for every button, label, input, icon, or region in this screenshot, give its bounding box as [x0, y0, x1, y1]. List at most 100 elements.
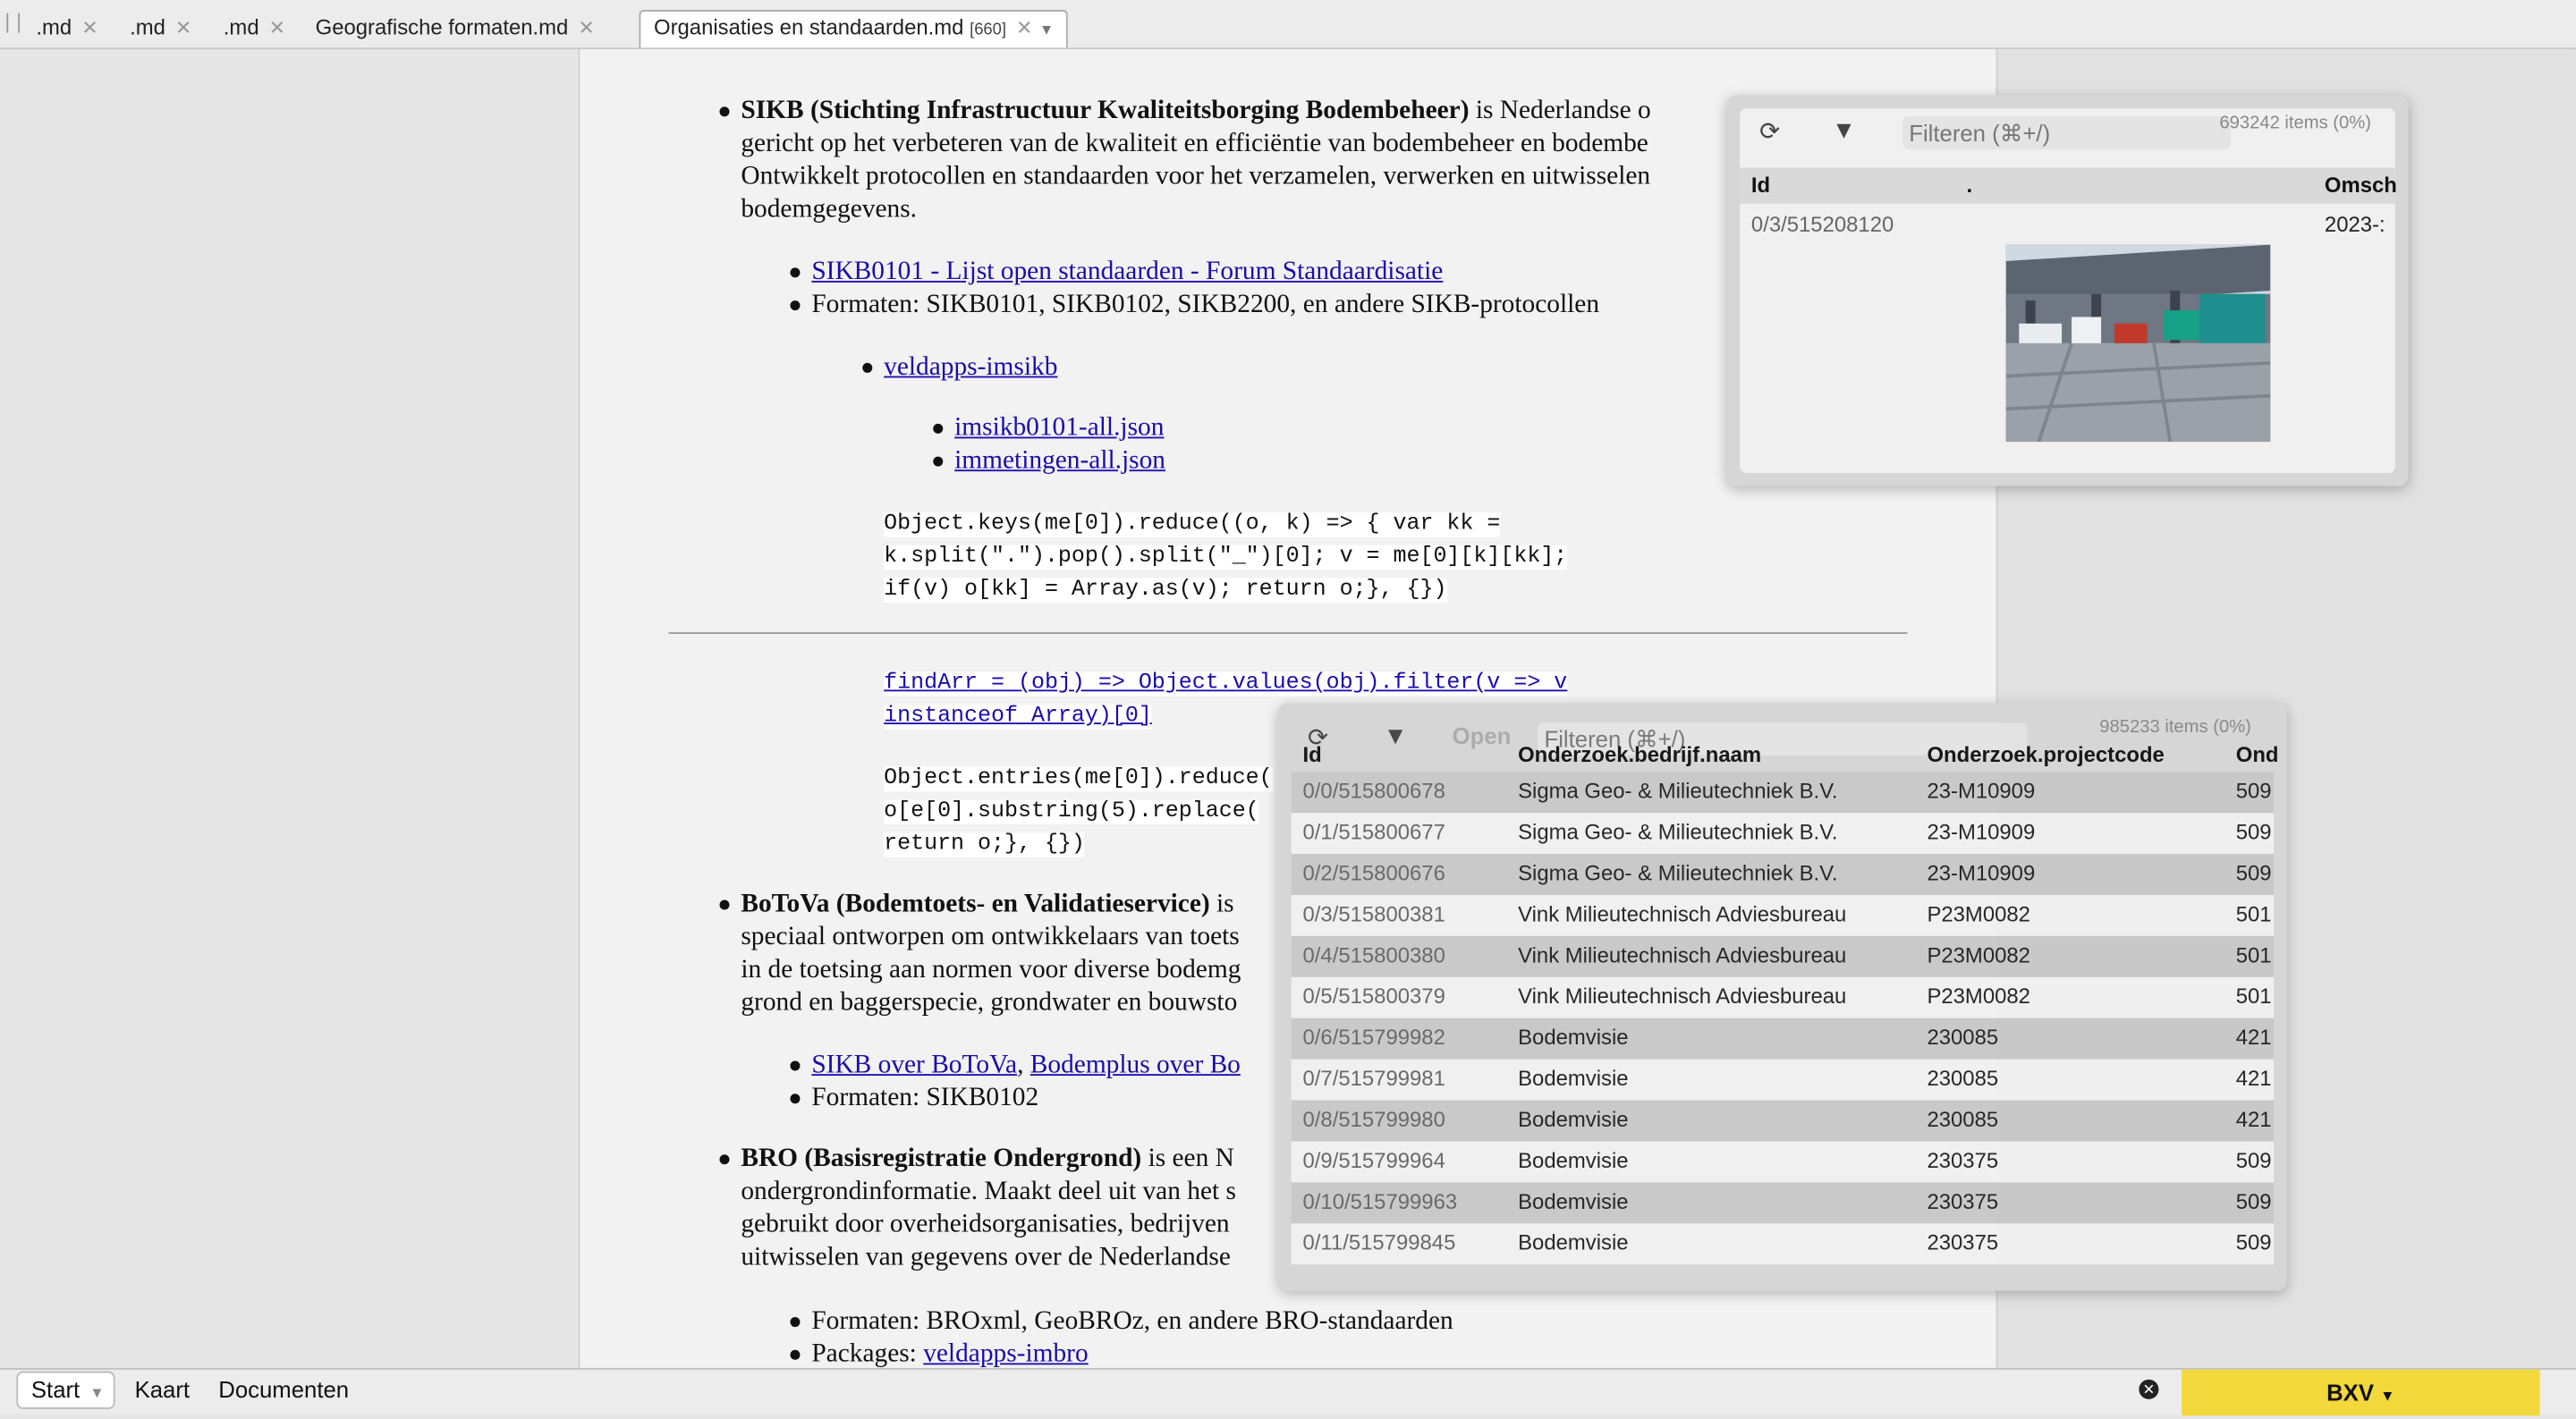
cell-ond: 509 — [2235, 1147, 2272, 1173]
close-icon[interactable]: ✕ — [269, 16, 285, 39]
table-row[interactable]: 0/6/515799982 Bodemvisie 230085 421 — [1291, 1018, 2274, 1060]
sikb-text: is Nederlandse o — [1469, 97, 1651, 125]
cell-bedrijf-naam: Bodemvisie — [1518, 1106, 1629, 1132]
kaart-button[interactable]: Kaart — [135, 1376, 190, 1402]
bxv-menu-button[interactable]: BXV ▼ — [2182, 1369, 2540, 1416]
column-header-projectcode[interactable]: Onderzoek.projectcode — [1927, 742, 2164, 767]
imsikb0101-link[interactable]: imsikb0101-all.json — [954, 412, 1164, 445]
tab-md-1[interactable]: .md ✕ — [36, 12, 97, 46]
cell-ond: 501 — [2235, 942, 2272, 967]
botova-line-2: speciaal ontworpen om ontwikkelaars van … — [741, 923, 1240, 951]
tab-geografische-formaten[interactable]: Geografische formaten.md ✕ — [316, 12, 595, 46]
tab-label: .md — [130, 14, 165, 40]
cell-bedrijf-naam: Bodemvisie — [1518, 1147, 1629, 1173]
separator: , — [1017, 1051, 1030, 1079]
cell-id[interactable]: 0/3/515208120 — [1751, 212, 1894, 237]
cell-projectcode: 23-M10909 — [1927, 860, 2036, 885]
cell-ond: 421 — [2235, 1025, 2272, 1050]
cell-id: 0/10/515799963 — [1302, 1188, 1458, 1214]
column-header-omschrijving[interactable]: Omsch — [2325, 173, 2397, 198]
close-icon[interactable]: ✕ — [175, 16, 191, 39]
close-icon[interactable]: ✕ — [1016, 16, 1032, 39]
table-row[interactable]: 0/11/515799845 Bodemvisie 230375 509 — [1291, 1223, 2274, 1265]
column-header-dot[interactable]: . — [1967, 173, 1973, 198]
table-row[interactable]: 0/7/515799981 Bodemvisie 230085 421 — [1291, 1059, 2274, 1101]
column-header-id[interactable]: Id — [1303, 742, 1322, 767]
close-circle-icon[interactable]: ✕ — [2139, 1379, 2159, 1399]
table-row[interactable]: 0/10/515799963 Bodemvisie 230375 509 — [1291, 1182, 2274, 1224]
bro-title: BRO (Basisregistratie Ondergrond) — [741, 1144, 1142, 1173]
code-line: o[e[0].substring(5).replace( — [884, 799, 1259, 825]
list-bullet — [790, 1317, 801, 1328]
immetingen-link[interactable]: immetingen-all.json — [954, 445, 1165, 478]
start-button[interactable]: Start ▼ — [16, 1371, 115, 1409]
sikb-formats: Formaten: SIKB0101, SIKB0102, SIKB2200, … — [811, 291, 1600, 319]
bodemplus-link[interactable]: Bodemplus over Bo — [1030, 1051, 1241, 1078]
cell-bedrijf-naam: Sigma Geo- & Milieutechniek B.V. — [1518, 819, 1838, 845]
code-line: instanceof Array)[0] — [884, 704, 1152, 730]
findarr-code-link-l2[interactable]: instanceof Array)[0] — [884, 701, 1152, 734]
filter-icon[interactable]: ▼ — [1384, 722, 1408, 750]
list-bullet — [790, 1094, 801, 1104]
cell-ond: 421 — [2235, 1066, 2272, 1091]
table-row[interactable]: 0/2/515800676 Sigma Geo- & Milieutechniek… — [1291, 854, 2274, 896]
code-block-3-l3: return o;}, {}) — [884, 830, 1085, 863]
cell-date[interactable]: 2023-: — [2325, 212, 2385, 237]
site-photo-thumbnail[interactable] — [2005, 244, 2271, 443]
table-row[interactable]: 0/8/515799980 Bodemvisie 230085 421 — [1291, 1100, 2274, 1142]
chevron-down-icon[interactable]: ▼ — [1039, 21, 1054, 38]
close-icon[interactable]: ✕ — [81, 16, 97, 39]
table-row[interactable]: 0/0/515800678 Sigma Geo- & Milieutechniek… — [1291, 772, 2274, 814]
item-count: 985233 items (0%) — [2099, 717, 2251, 738]
list-bullet — [790, 1060, 801, 1071]
cell-bedrijf-naam: Sigma Geo- & Milieutechniek B.V. — [1518, 860, 1838, 885]
cell-ond: 501 — [2235, 984, 2272, 1009]
table-row[interactable]: 0/5/515800379 Vink Milieutechnisch Advies… — [1291, 976, 2274, 1018]
filter-input[interactable]: Filteren (⌘+/) — [1902, 116, 2232, 150]
list-bullet — [933, 456, 944, 467]
list-bullet — [933, 423, 944, 434]
list-bullet — [719, 106, 730, 117]
findarr-code-link[interactable]: findArr = (obj) => Object.values(obj).fi… — [884, 669, 1568, 702]
list-bullet — [790, 1349, 801, 1360]
code-line: findArr = (obj) => Object.values(obj).fi… — [884, 671, 1568, 697]
packages-label: Packages: — [811, 1339, 924, 1368]
sikb-line-4: bodemgegevens. — [741, 195, 918, 224]
drag-handle[interactable] — [6, 13, 21, 33]
veldapps-imbro-link[interactable]: veldapps-imbro — [923, 1340, 1088, 1368]
column-header-id[interactable]: Id — [1751, 173, 1770, 198]
botova-line-3: in de toetsing aan normen voor diverse b… — [741, 955, 1241, 984]
tab-md-3[interactable]: .md ✕ — [224, 12, 285, 46]
sikb-line-3: Ontwikkelt protocollen en standaarden vo… — [741, 162, 1651, 191]
tab-organisaties-en-standaarden[interactable]: Organisaties en standaarden.md [660] ✕ ▼ — [639, 10, 1069, 48]
documenten-button[interactable]: Documenten — [218, 1376, 349, 1402]
bxv-label: BXV — [2326, 1379, 2375, 1406]
sikb-over-botova-link[interactable]: SIKB over BoToVa — [811, 1051, 1017, 1078]
veldapps-imsikb-link[interactable]: veldapps-imsikb — [884, 351, 1057, 384]
sikb0101-link[interactable]: SIKB0101 - Lijst open standaarden - Foru… — [811, 257, 1443, 290]
table-row[interactable]: 0/4/515800380 Vink Milieutechnisch Advies… — [1291, 935, 2274, 977]
botova-line-1: BoToVa (Bodemtoets- en Validatieservice)… — [741, 889, 1233, 922]
column-header-ond[interactable]: Ond — [2236, 742, 2279, 767]
cell-bedrijf-naam: Bodemvisie — [1518, 1229, 1629, 1255]
tab-label: Geografische formaten.md — [315, 14, 569, 40]
table-row[interactable]: 0/3/515800381 Vink Milieutechnisch Advies… — [1291, 895, 2274, 936]
horizontal-rule — [668, 632, 1908, 634]
cell-id: 0/1/515800677 — [1302, 819, 1445, 845]
cell-projectcode: 230375 — [1927, 1147, 1999, 1173]
tab-md-2[interactable]: .md ✕ — [130, 12, 191, 46]
filter-icon[interactable]: ▼ — [1832, 116, 1856, 144]
cell-projectcode: P23M0082 — [1927, 901, 2030, 926]
code-line: Object.entries(me[0]).reduce( — [884, 766, 1273, 792]
botova-links: SIKB over BoToVa, Bodemplus over Bo — [811, 1050, 1241, 1083]
floating-table-panel-2[interactable]: ⟳ ▼ Open Filteren (⌘+/) 985233 items (0%… — [1277, 703, 2287, 1291]
list-bullet — [790, 300, 801, 311]
refresh-icon[interactable]: ⟳ — [1759, 116, 1780, 146]
table-row[interactable]: 0/1/515800677 Sigma Geo- & Milieutechniek… — [1291, 813, 2274, 855]
column-header-bedrijf-naam[interactable]: Onderzoek.bedrijf.naam — [1518, 742, 1761, 767]
tab-label: Organisaties en standaarden.md — [654, 14, 964, 40]
bro-formats: Formaten: BROxml, GeoBROz, en andere BRO… — [811, 1307, 1453, 1336]
table-row[interactable]: 0/9/515799964 Bodemvisie 230375 509 — [1291, 1141, 2274, 1183]
open-button[interactable]: Open — [1453, 722, 1512, 748]
close-icon[interactable]: ✕ — [578, 16, 594, 39]
